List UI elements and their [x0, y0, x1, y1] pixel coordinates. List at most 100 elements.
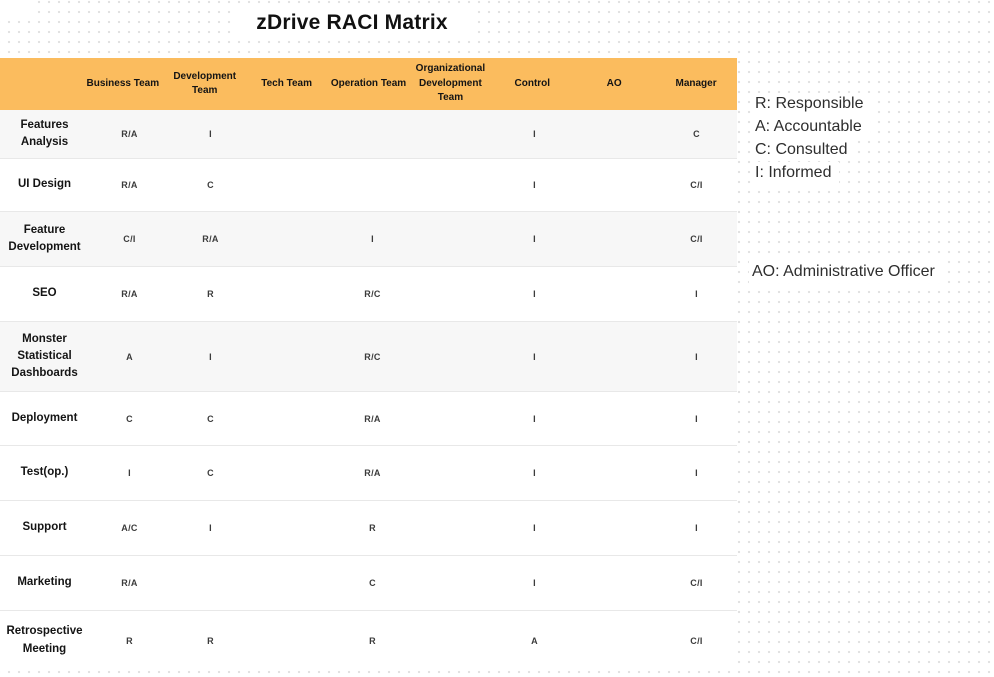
- raci-cell: [251, 446, 332, 500]
- table-row: Deployment C C R/A I I: [0, 391, 737, 445]
- row-label: Feature Development: [8, 223, 81, 253]
- raci-cell: C: [693, 129, 700, 139]
- raci-cell: C/I: [123, 234, 136, 244]
- column-header: AO: [606, 77, 622, 89]
- raci-cell: [332, 159, 413, 211]
- raci-cell: I: [533, 578, 536, 588]
- raci-cell: A: [126, 351, 133, 362]
- table-row: Test(op.) I C R/A I I: [0, 445, 737, 500]
- column-header: Operation Team: [330, 77, 407, 89]
- legend-item-text: I: Informed: [752, 162, 840, 184]
- legend-item: I: Informed: [752, 162, 872, 185]
- raci-cell: [251, 212, 332, 266]
- row-label: Features Analysis: [20, 118, 69, 148]
- raci-cell: [413, 501, 494, 555]
- raci-cell: R: [126, 635, 133, 646]
- raci-cell: [413, 159, 494, 211]
- raci-cell: [575, 159, 656, 211]
- raci-cell: I: [695, 289, 698, 299]
- table-row: Marketing R/A C I C/I: [0, 555, 737, 610]
- raci-cell: [575, 501, 656, 555]
- row-label: Marketing: [17, 576, 72, 589]
- raci-cell: I: [533, 468, 536, 478]
- raci-cell: I: [371, 234, 374, 244]
- raci-cell: R/A: [121, 289, 138, 299]
- raci-cell: I: [533, 413, 536, 424]
- raci-cell: [251, 556, 332, 610]
- raci-cell: R: [207, 289, 214, 299]
- raci-cell: [575, 322, 656, 391]
- title-box: zDrive RACI Matrix: [232, 5, 472, 40]
- raci-cell: R: [207, 635, 214, 646]
- legend: R: Responsible A: Accountable C: Consulted…: [752, 93, 872, 185]
- table-row: Support A/C I R I I: [0, 500, 737, 555]
- corner-white-patch: [0, 0, 36, 18]
- raci-cell: I: [209, 523, 212, 533]
- raci-cell: [251, 322, 332, 391]
- raci-cell: [332, 110, 413, 158]
- row-label: Support: [22, 521, 67, 534]
- raci-cell: [413, 611, 494, 670]
- legend-item-text: R: Responsible: [752, 93, 872, 115]
- raci-cell: [413, 110, 494, 158]
- raci-cell: R: [369, 635, 376, 646]
- raci-cell: [251, 501, 332, 555]
- raci-cell: R/A: [121, 578, 138, 588]
- legend-ao-note: AO: Administrative Officer: [749, 261, 943, 283]
- raci-cell: [575, 212, 656, 266]
- page-title: zDrive RACI Matrix: [256, 10, 448, 34]
- raci-cell: R/A: [121, 129, 138, 139]
- row-label: SEO: [32, 287, 57, 300]
- raci-cell: I: [209, 129, 212, 139]
- raci-cell: A: [531, 635, 538, 646]
- column-header: Tech Team: [261, 77, 312, 89]
- table-row: SEO R/A R R/C I I: [0, 266, 737, 321]
- table-row: Monster Statistical Dashboards A I R/C I I: [0, 321, 737, 391]
- legend-item-text: C: Consulted: [752, 139, 856, 161]
- table-row: Feature Development C/I R/A I I C/I: [0, 211, 737, 266]
- row-label: Test(op.): [20, 466, 69, 479]
- raci-cell: C/I: [690, 578, 703, 588]
- raci-cell: I: [533, 289, 536, 299]
- raci-cell: [413, 267, 494, 321]
- matrix-header: Business Team Development Team Tech Team Op…: [0, 58, 737, 110]
- raci-cell: [413, 322, 494, 391]
- raci-cell: [413, 556, 494, 610]
- legend-item: A: Accountable: [752, 116, 872, 139]
- raci-cell: I: [695, 413, 698, 424]
- column-header: Control: [514, 77, 551, 89]
- raci-cell: C: [207, 468, 214, 478]
- raci-cell: C/I: [690, 635, 703, 646]
- raci-cell: I: [533, 234, 536, 244]
- table-row: Retrospective Meeting R R R A C/I: [0, 610, 737, 670]
- raci-cell: C/I: [690, 234, 703, 244]
- raci-cell: R/C: [364, 289, 381, 299]
- header-corner-cell: [0, 58, 82, 110]
- legend-ao-note-text: AO: Administrative Officer: [749, 261, 943, 283]
- legend-item: R: Responsible: [752, 93, 872, 116]
- column-header: Organizational Development Team: [415, 63, 486, 104]
- raci-cell: R/A: [364, 468, 381, 478]
- raci-cell: I: [533, 351, 536, 362]
- raci-cell: A/C: [121, 523, 138, 533]
- raci-cell: I: [533, 523, 536, 533]
- row-label: UI Design: [17, 178, 72, 191]
- raci-cell: R: [369, 523, 376, 533]
- raci-cell: [170, 556, 251, 610]
- legend-item: C: Consulted: [752, 139, 872, 162]
- raci-cell: [251, 159, 332, 211]
- table-row: UI Design R/A C I C/I: [0, 158, 737, 211]
- raci-cell: C: [369, 578, 376, 588]
- row-label: Retrospective Meeting: [6, 625, 83, 655]
- raci-cell: [413, 392, 494, 445]
- matrix-body: Features Analysis R/A I I C UI Design R/A C I C/I…: [0, 110, 737, 670]
- raci-cell: [575, 267, 656, 321]
- row-label: Monster Statistical Dashboards: [11, 332, 78, 380]
- raci-cell: I: [695, 468, 698, 478]
- column-header: Manager: [675, 77, 717, 89]
- raci-cell: [251, 392, 332, 445]
- raci-cell: [575, 611, 656, 670]
- row-label: Deployment: [11, 411, 78, 424]
- column-header: Business Team: [86, 77, 160, 89]
- column-header: Development Team: [173, 70, 237, 97]
